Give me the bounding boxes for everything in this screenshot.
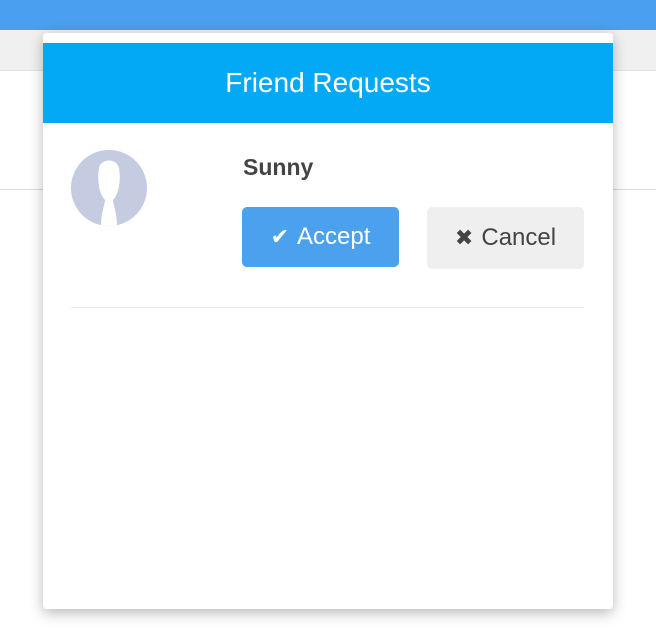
- friend-requests-popup: Friend Requests Sunny ✔ Accept ✖ Cancel: [43, 33, 613, 609]
- cancel-label: Cancel: [481, 224, 557, 251]
- requester-name: Sunny: [243, 154, 314, 180]
- cancel-button[interactable]: ✖ Cancel: [427, 207, 584, 269]
- avatar: [71, 150, 147, 226]
- accept-button[interactable]: ✔ Accept: [242, 207, 399, 267]
- item-divider: [71, 307, 584, 308]
- close-icon: ✖: [454, 225, 474, 250]
- default-user-icon: [98, 160, 120, 226]
- accept-label: Accept: [297, 223, 371, 250]
- popup-title: Friend Requests: [43, 43, 613, 123]
- check-icon: ✔: [270, 224, 290, 249]
- top-navigation-bar: [0, 0, 656, 30]
